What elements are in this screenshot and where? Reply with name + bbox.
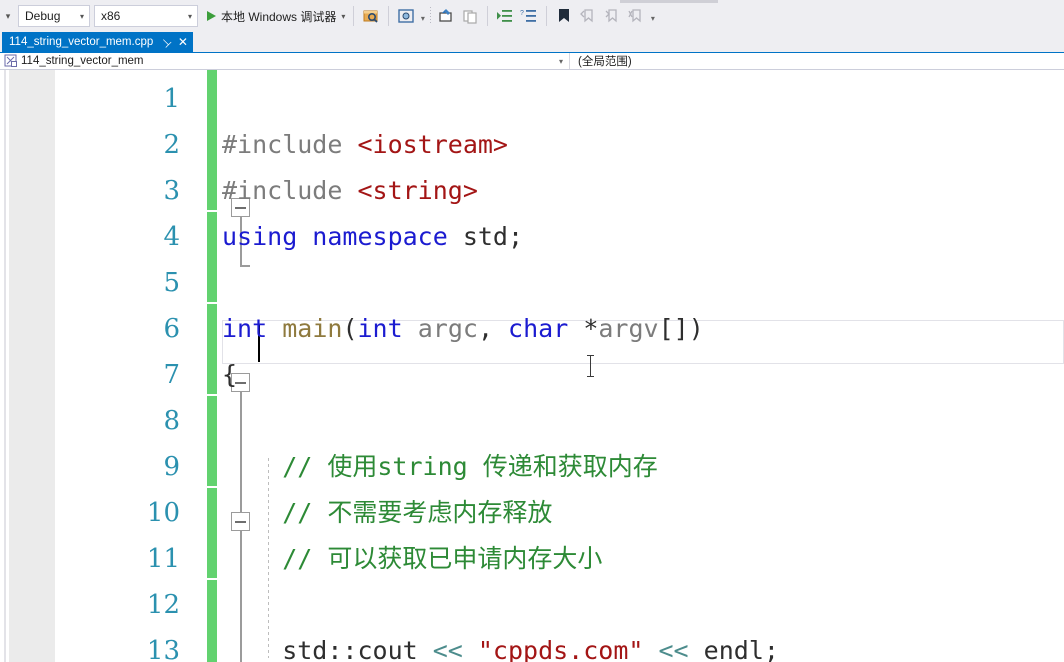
code-line[interactable]: std::cout << "cppds.com" << endl; <box>222 628 779 662</box>
code-token: argv <box>598 314 658 343</box>
toolbar-separator <box>388 6 389 26</box>
line-number: 5 <box>60 260 180 306</box>
code-token: endl; <box>704 636 779 662</box>
code-token: char <box>508 314 583 343</box>
code-token: int <box>358 314 418 343</box>
toolbar-separator <box>487 6 488 26</box>
code-line[interactable]: // 不需要考虑内存释放 <box>222 490 552 536</box>
code-token: std; <box>463 222 523 251</box>
code-token: { <box>222 360 237 389</box>
toolbar-overflow-chevron-icon[interactable]: ▾ <box>2 3 14 29</box>
toggle-bookmark-icon[interactable] <box>553 5 575 27</box>
code-token: #include <box>222 130 357 159</box>
code-token: <iostream> <box>357 130 508 159</box>
previous-bookmark-icon[interactable] <box>577 5 599 27</box>
code-line[interactable]: #include <iostream> <box>222 122 508 168</box>
line-number: 3 <box>60 168 180 214</box>
toolbar-separator <box>546 6 547 26</box>
screenshot-dropdown-icon[interactable]: ▾ <box>418 5 427 27</box>
code-token: []) <box>659 314 704 343</box>
code-token: std::cout <box>222 636 433 662</box>
code-token: // 可以获取已申请内存大小 <box>222 544 602 573</box>
code-line[interactable]: #include <string> <box>222 168 478 214</box>
navbar-scope-value: (全局范围) <box>578 53 1064 69</box>
tab-114-string-vector-mem-cpp[interactable]: 114_string_vector_mem.cpp ⊣ ✕ <box>2 32 193 52</box>
tab-label: 114_string_vector_mem.cpp <box>9 36 153 48</box>
line-number: 4 <box>60 214 180 260</box>
decrease-indent-icon[interactable]: ? <box>518 5 540 27</box>
close-icon[interactable]: ✕ <box>178 36 188 48</box>
code-token: ( <box>342 314 357 343</box>
code-token: << <box>643 636 703 662</box>
line-number: 2 <box>60 122 180 168</box>
navbar-project-value: 114_string_vector_mem <box>21 55 553 67</box>
navbar-scope-combo[interactable]: (全局范围) <box>570 53 1064 69</box>
line-number: 8 <box>60 398 180 444</box>
code-line[interactable]: using namespace std; <box>222 214 523 260</box>
code-editor[interactable]: 12 #include <iostream> 3 #include <string> 4… <box>0 70 1064 662</box>
line-number: 7 <box>60 352 180 398</box>
line-number: 12 <box>60 582 180 628</box>
code-token: "cppds.com" <box>478 636 644 662</box>
comment-selection-icon[interactable] <box>435 5 457 27</box>
next-bookmark-icon[interactable] <box>601 5 623 27</box>
toolbar-dot-separator <box>430 7 431 25</box>
chevron-down-icon[interactable]: ▾ <box>183 12 197 21</box>
navbar-project-combo[interactable]: 114_string_vector_mem ▾ <box>0 53 570 69</box>
window-chrome-remnant <box>620 0 718 3</box>
code-token: argc <box>418 314 478 343</box>
attach-to-process-icon[interactable] <box>360 5 382 27</box>
line-number: 1 <box>60 76 180 122</box>
uncomment-selection-icon[interactable] <box>459 5 481 27</box>
code-line[interactable]: { <box>222 352 237 398</box>
code-token: // 不需要考虑内存释放 <box>222 498 552 527</box>
code-token: << <box>433 636 478 662</box>
visual-studio-window: ▾ Debug ▾ x86 ▾ 本地 Windows 调试器 ▾ <box>0 0 1064 662</box>
screenshot-icon[interactable] <box>395 5 417 27</box>
toolbar-separator <box>353 6 354 26</box>
code-token: using namespace <box>222 222 463 251</box>
editor-navigation-bar: 114_string_vector_mem ▾ (全局范围) <box>0 52 1064 70</box>
line-number: 10 <box>60 490 180 536</box>
line-number: 6 <box>60 306 180 352</box>
solution-configuration-combo[interactable]: Debug ▾ <box>18 5 90 27</box>
code-line[interactable]: int main(int argc, char *argv[]) <box>222 306 704 352</box>
line-number: 9 <box>60 444 180 490</box>
solution-configuration-value: Debug <box>25 9 75 23</box>
chevron-down-icon[interactable]: ▾ <box>553 57 569 66</box>
clear-bookmarks-icon[interactable] <box>625 5 647 27</box>
code-token: int <box>222 314 282 343</box>
line-number: 13 <box>60 628 180 662</box>
code-token: // 使用string 传递和获取内存 <box>222 452 658 481</box>
start-debugging-label: 本地 Windows 调试器 <box>221 8 336 25</box>
increase-indent-icon[interactable] <box>494 5 516 27</box>
code-line[interactable]: // 使用string 传递和获取内存 <box>222 444 658 490</box>
play-icon <box>207 11 216 21</box>
document-tab-well: 114_string_vector_mem.cpp ⊣ ✕ <box>0 32 1064 52</box>
cpp-file-icon <box>4 54 18 68</box>
solution-platform-combo[interactable]: x86 ▾ <box>94 5 198 27</box>
pin-icon[interactable]: ⊣ <box>158 34 174 50</box>
code-token: * <box>583 314 598 343</box>
standard-toolbar: ▾ Debug ▾ x86 ▾ 本地 Windows 调试器 ▾ <box>0 0 1064 32</box>
chevron-down-icon[interactable]: ▾ <box>75 12 89 21</box>
svg-text:?: ? <box>520 10 524 17</box>
code-token: main <box>282 314 342 343</box>
toolbar-options-icon[interactable]: ▾ <box>648 5 657 27</box>
line-number: 11 <box>60 536 180 582</box>
code-token: #include <box>222 176 357 205</box>
solution-platform-value: x86 <box>101 9 183 23</box>
code-text-area[interactable]: 12 #include <iostream> 3 #include <string> 4… <box>0 70 1064 662</box>
code-token: , <box>478 314 508 343</box>
chevron-down-icon[interactable]: ▾ <box>341 12 345 21</box>
code-line[interactable]: // 可以获取已申请内存大小 <box>222 536 602 582</box>
start-debugging-button[interactable]: 本地 Windows 调试器 ▾ <box>204 4 348 28</box>
code-token: <string> <box>357 176 477 205</box>
